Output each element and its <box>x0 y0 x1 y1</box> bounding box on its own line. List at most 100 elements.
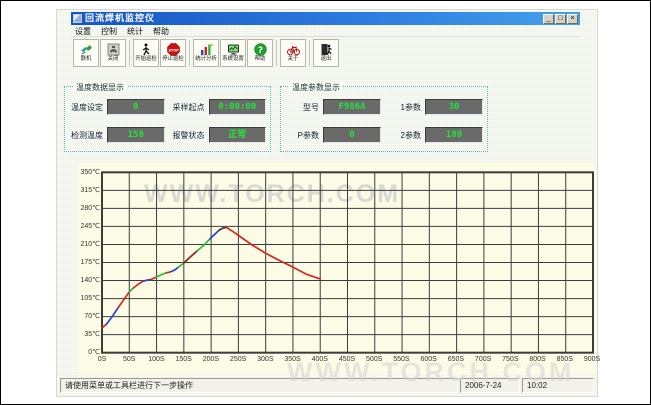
start-scan-button[interactable]: 开始巡检 <box>133 39 159 67</box>
window-title: 回流焊机监控仪 <box>85 12 155 25</box>
y-tick-label: 315℃ <box>78 186 100 194</box>
x-tick-label: 100S <box>142 356 170 363</box>
measured-temp-display: 158 <box>107 127 165 143</box>
y-tick-label: 280℃ <box>78 204 100 212</box>
app-window: 回流焊机监控仪 _ □ × 设置 控制 统计 帮助 联机 关闭 <box>56 9 598 397</box>
menu-control[interactable]: 控制 <box>101 26 117 37</box>
connect-button[interactable]: 联机 <box>73 39 99 67</box>
help-icon: ? <box>254 43 267 56</box>
x-tick-label: 900S <box>578 356 606 363</box>
temp-set-display: 0 <box>107 99 165 115</box>
param-p-display: 0 <box>323 127 381 143</box>
status-message: 请使用菜单或工具栏进行下一步操作 <box>60 378 458 393</box>
menu-settings[interactable]: 设置 <box>75 26 91 37</box>
svg-text:?: ? <box>257 46 262 56</box>
temp-params-fields: 型号 F986A 1参数 30 P参数 0 2参数 180 <box>285 95 483 147</box>
y-tick-label: 35℃ <box>78 330 100 338</box>
about-button[interactable]: 关于 <box>280 39 306 67</box>
param-p-label: P参数 <box>285 130 319 141</box>
param1-display: 30 <box>425 99 483 115</box>
x-tick-label: 700S <box>469 356 497 363</box>
y-tick-label: 245℃ <box>78 222 100 230</box>
model-display: F986A <box>323 99 381 115</box>
toolbar-separator <box>189 40 190 66</box>
x-tick-label: 50S <box>115 356 143 363</box>
stats-analysis-button[interactable]: 统计分析 <box>193 39 219 67</box>
temp-set-field: 温度设定 0 <box>69 95 165 119</box>
menu-help[interactable]: 帮助 <box>153 26 169 37</box>
measured-temp-field: 检测温度 158 <box>69 123 165 147</box>
x-tick-label: 400S <box>306 356 334 363</box>
titlebar[interactable]: 回流焊机监控仪 _ □ × <box>71 12 580 25</box>
x-tick-label: 250S <box>224 356 252 363</box>
x-tick-label: 200S <box>197 356 225 363</box>
walker-icon <box>140 43 153 56</box>
param2-label: 2参数 <box>387 130 421 141</box>
curve-segment <box>171 267 179 272</box>
statusbar: 请使用菜单或工具栏进行下一步操作 2006-7-24 10:02 <box>59 377 595 394</box>
temperature-curve-plot <box>102 172 593 353</box>
exit-button[interactable]: 退出 <box>313 39 339 67</box>
x-tick-label: 350S <box>279 356 307 363</box>
screen: 回流焊机监控仪 _ □ × 设置 控制 统计 帮助 联机 关闭 <box>0 0 651 405</box>
disconnect-button[interactable]: 关闭 <box>100 39 126 67</box>
sample-start-label: 采样起点 <box>171 102 205 113</box>
phone-icon <box>107 43 120 56</box>
param2-display: 180 <box>425 127 483 143</box>
x-tick-label: 850S <box>551 356 579 363</box>
temp-params-title: 温度参数显示 <box>289 82 343 93</box>
y-tick-label: 105℃ <box>78 294 100 302</box>
connect-icon <box>80 43 93 56</box>
toolbar: 联机 关闭 开始巡检 STOP 停止巡检 统计分析 系统设置 <box>71 38 339 68</box>
toolbar-label: 系统设置 <box>222 56 244 62</box>
toolbar-label: 开始巡检 <box>135 56 157 62</box>
param1-label: 1参数 <box>387 102 421 113</box>
close-button[interactable]: × <box>567 14 578 24</box>
minimize-button[interactable]: _ <box>543 14 554 24</box>
alarm-status-display: 正常 <box>209 127 267 143</box>
stop-scan-button[interactable]: STOP 停止巡检 <box>160 39 186 67</box>
temp-data-groupbox: 温度数据显示 温度设定 0 采样起点 0:00:00 检测温度 158 报警状态… <box>64 86 271 152</box>
curve-segment <box>151 277 156 280</box>
monitor-icon <box>227 43 240 56</box>
toolbar-separator <box>309 40 310 66</box>
curve-segment <box>134 281 144 288</box>
maximize-button[interactable]: □ <box>555 14 566 24</box>
temp-data-fields: 温度设定 0 采样起点 0:00:00 检测温度 158 报警状态 正常 <box>69 95 266 147</box>
y-tick-label: 0℃ <box>78 348 100 356</box>
window-controls: _ □ × <box>543 14 578 24</box>
toolbar-label: 帮助 <box>255 56 266 62</box>
system-settings-button[interactable]: 系统设置 <box>220 39 246 67</box>
alarm-status-field: 报警状态 正常 <box>171 123 267 147</box>
param2-field: 2参数 180 <box>387 123 483 147</box>
param1-field: 1参数 30 <box>387 95 483 119</box>
x-tick-label: 500S <box>360 356 388 363</box>
curve-segment <box>178 263 183 267</box>
curve-segment <box>129 288 133 292</box>
stop-icon: STOP <box>167 43 180 56</box>
x-tick-label: 650S <box>442 356 470 363</box>
status-date: 2006-7-24 <box>460 378 520 393</box>
alarm-status-label: 报警状态 <box>171 130 205 141</box>
y-tick-label: 175℃ <box>78 258 100 266</box>
toolbar-label: 退出 <box>321 56 332 62</box>
curve-segment <box>226 227 320 279</box>
toolbar-label: 统计分析 <box>195 56 217 62</box>
menubar: 设置 控制 统计 帮助 <box>71 26 580 37</box>
model-label: 型号 <box>285 102 319 113</box>
help-button[interactable]: ? 帮助 <box>247 39 273 67</box>
y-tick-label: 70℃ <box>78 312 100 320</box>
exit-icon <box>320 43 333 56</box>
toolbar-separator <box>129 40 130 66</box>
menu-statistics[interactable]: 统计 <box>127 26 143 37</box>
toolbar-label: 停止巡检 <box>162 56 184 62</box>
x-tick-label: 450S <box>333 356 361 363</box>
curve-segment <box>219 227 226 230</box>
temp-params-groupbox: 温度参数显示 型号 F986A 1参数 30 P参数 0 2参数 180 <box>280 86 488 152</box>
x-tick-label: 150S <box>170 356 198 363</box>
toolbar-label: 联机 <box>81 56 92 62</box>
param-p-field: P参数 0 <box>285 123 381 147</box>
temp-set-label: 温度设定 <box>69 102 103 113</box>
app-icon <box>73 14 82 23</box>
svg-text:STOP: STOP <box>168 48 179 52</box>
